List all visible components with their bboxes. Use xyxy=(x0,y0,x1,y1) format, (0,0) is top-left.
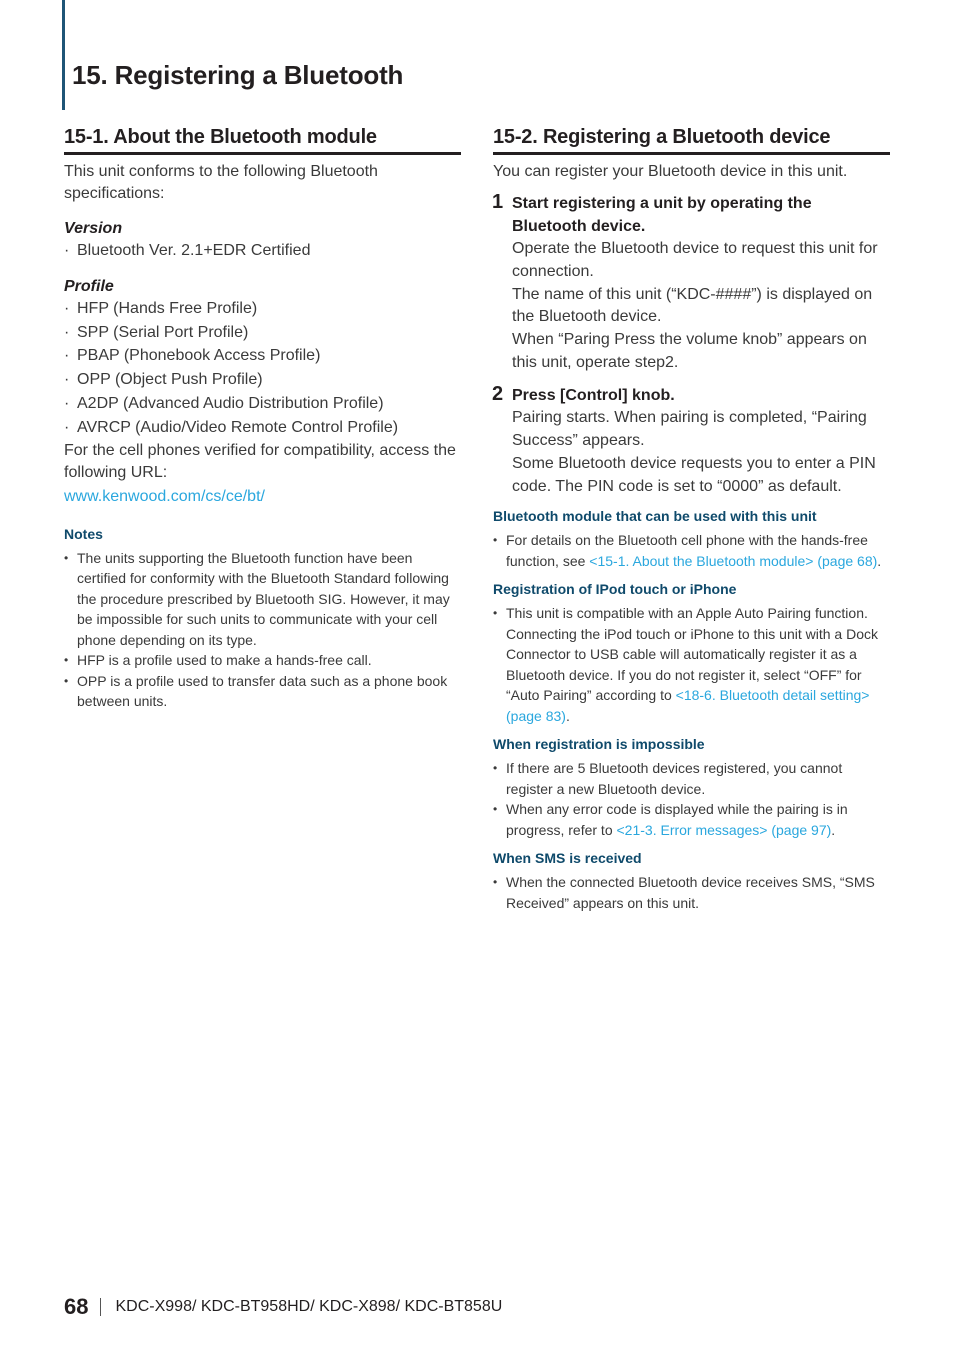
impossible-list: If there are 5 Bluetooth devices registe… xyxy=(493,758,890,840)
page-number: 68 xyxy=(64,1294,89,1319)
notes-list: The units supporting the Bluetooth funct… xyxy=(64,548,461,712)
step-line: Operate the Bluetooth device to request … xyxy=(512,240,878,280)
impossible-heading: When registration is impossible xyxy=(493,736,705,753)
step-title: Start registering a unit by operating th… xyxy=(512,195,812,235)
step-line: Pairing starts. When pairing is complete… xyxy=(512,409,867,450)
list-item: AVRCP (Audio/Video Remote Control Profil… xyxy=(64,416,461,440)
step-number: 1 xyxy=(492,191,504,213)
step-title: Press [Control] knob. xyxy=(512,386,675,404)
list-item: OPP (Object Push Profile) xyxy=(64,368,461,392)
list-item: SPP (Serial Port Profile) xyxy=(64,321,461,345)
version-list: Bluetooth Ver. 2.1+EDR Certified xyxy=(64,239,461,263)
compat-text: For the cell phones verified for compati… xyxy=(64,441,456,481)
list-item: The units supporting the Bluetooth funct… xyxy=(64,548,461,651)
step-line: When “Paring Press the volume knob” appe… xyxy=(512,331,867,371)
module-heading: Bluetooth module that can be used with t… xyxy=(493,508,817,525)
model-names: KDC-X998/ KDC-BT958HD/ KDC-X898/ KDC-BT8… xyxy=(115,1298,503,1315)
list-item: A2DP (Advanced Audio Distribution Profil… xyxy=(64,392,461,416)
intro-text: You can register your Bluetooth device i… xyxy=(493,163,848,180)
kenwood-url-link[interactable]: www.kenwood.com/cs/ce/bt/ xyxy=(64,488,265,505)
section-title-15-2: 15-2. Registering a Bluetooth device xyxy=(493,126,890,155)
left-column: 15-1. About the Bluetooth module This un… xyxy=(64,126,461,712)
version-heading: Version xyxy=(64,220,123,237)
step-1: 1 Start registering a unit by operating … xyxy=(492,191,890,375)
chapter-title: 15. Registering a Bluetooth xyxy=(72,60,404,90)
list-item: HFP (Hands Free Profile) xyxy=(64,297,461,321)
list-item: OPP is a profile used to transfer data s… xyxy=(64,671,461,712)
error-messages-link[interactable]: <21-3. Error messages> (page 97) xyxy=(617,822,832,838)
step-line: Some Bluetooth device requests you to en… xyxy=(512,454,876,495)
step-line: The name of this unit (“KDC-####”) is di… xyxy=(512,285,873,326)
list-item: PBAP (Phonebook Access Profile) xyxy=(64,344,461,368)
sms-list: When the connected Bluetooth device rece… xyxy=(493,872,890,913)
module-page-link[interactable]: <15-1. About the Bluetooth module> (page… xyxy=(589,553,877,569)
profile-list: HFP (Hands Free Profile) SPP (Serial Por… xyxy=(64,297,461,440)
list-item: Bluetooth Ver. 2.1+EDR Certified xyxy=(64,239,461,263)
chapter-accent-bar xyxy=(62,0,65,110)
ipod-list: This unit is compatible with an Apple Au… xyxy=(493,603,890,726)
intro-text: This unit conforms to the following Blue… xyxy=(64,163,378,202)
ipod-heading: Registration of IPod touch or iPhone xyxy=(493,581,737,598)
list-item: If there are 5 Bluetooth devices registe… xyxy=(493,758,890,799)
module-list: For details on the Bluetooth cell phone … xyxy=(493,530,890,571)
notes-heading: Notes xyxy=(64,525,103,542)
list-item: HFP is a profile used to make a hands-fr… xyxy=(64,650,461,671)
footer-divider xyxy=(100,1298,102,1316)
step-number: 2 xyxy=(492,382,504,405)
section-title-15-1: 15-1. About the Bluetooth module xyxy=(64,126,461,155)
profile-heading: Profile xyxy=(64,277,114,295)
list-item: When the connected Bluetooth device rece… xyxy=(493,872,890,913)
list-item: This unit is compatible with an Apple Au… xyxy=(493,603,890,726)
step-2: 2 Press [Control] knob. Pairing starts. … xyxy=(492,382,890,499)
right-column: 15-2. Registering a Bluetooth device You… xyxy=(492,126,890,913)
list-item: When any error code is displayed while t… xyxy=(493,799,890,840)
page-footer: 68 KDC-X998/ KDC-BT958HD/ KDC-X898/ KDC-… xyxy=(64,1294,502,1320)
sms-heading: When SMS is received xyxy=(493,850,642,867)
list-item: For details on the Bluetooth cell phone … xyxy=(493,530,890,571)
